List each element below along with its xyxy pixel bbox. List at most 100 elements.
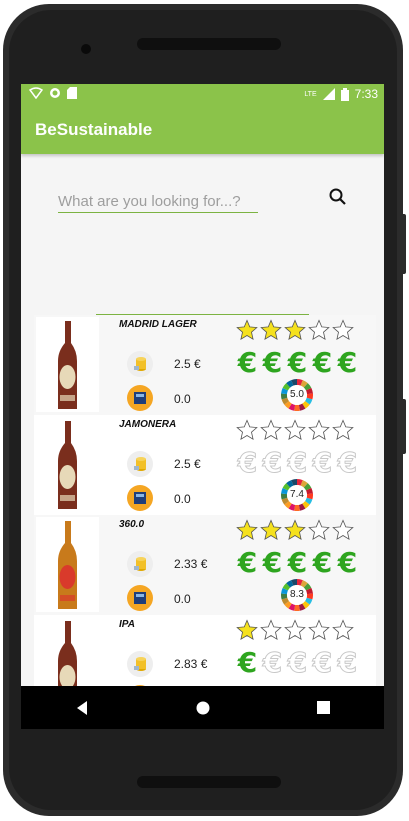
euro-rating: € € € € € (236, 446, 359, 479)
star-filled-icon (284, 319, 306, 341)
star-rating (236, 319, 354, 341)
back-triangle-icon (76, 700, 87, 715)
star-empty-icon (332, 319, 354, 341)
package-icon (127, 585, 153, 611)
home-circle-icon (196, 701, 209, 714)
product-thumbnail (36, 517, 99, 612)
star-filled-icon (284, 519, 306, 541)
package-icon (127, 385, 153, 411)
sync-icon (50, 88, 60, 98)
recents-square-icon (317, 701, 330, 714)
package-icon (127, 485, 153, 511)
star-empty-icon (332, 619, 354, 641)
euro-empty-icon: € (337, 446, 358, 479)
app-title: BeSustainable (35, 120, 153, 139)
euro-rating: € € € € € (236, 646, 359, 679)
euro-filled-icon: € (287, 546, 308, 579)
star-empty-icon (236, 419, 258, 441)
euro-filled-icon: € (312, 346, 333, 379)
product-name: 360.0 (119, 519, 145, 530)
product-list: MADRID LAGER 2.5 € 0.0 € € € € € 5.0 JAMONER… (34, 315, 376, 686)
navigation-bar (21, 686, 384, 729)
star-rating (236, 419, 354, 441)
front-camera (81, 44, 91, 54)
product-score: 0.0 (174, 392, 191, 406)
search-input[interactable] (58, 190, 258, 213)
product-name: IPA (119, 619, 135, 630)
star-empty-icon (284, 619, 306, 641)
euro-filled-icon: € (337, 346, 358, 379)
clock: 7:33 (354, 87, 378, 101)
star-rating (236, 519, 354, 541)
product-thumbnail (36, 417, 99, 512)
sd-card-icon (67, 87, 77, 99)
euro-rating: € € € € € (236, 549, 359, 577)
euro-filled-icon: € (287, 346, 308, 379)
euro-filled-icon: € (237, 546, 258, 579)
euro-filled-icon: € (237, 646, 258, 679)
app-bar: BeSustainable (21, 105, 384, 154)
product-row[interactable]: 360.0 2.33 € 0.0 € € € € € 8.3 (34, 515, 376, 615)
product-thumbnail (36, 317, 99, 412)
euro-empty-icon: € (312, 446, 333, 479)
euro-filled-icon: € (262, 546, 283, 579)
sdg-score: 8.3 (290, 589, 304, 600)
wifi-icon (29, 87, 43, 99)
product-price: 2.5 € (174, 457, 201, 471)
star-filled-icon (236, 619, 258, 641)
euro-filled-icon: € (312, 546, 333, 579)
euro-empty-icon: € (312, 646, 333, 679)
home-button[interactable] (183, 693, 223, 723)
back-button[interactable] (62, 693, 102, 723)
star-empty-icon (308, 619, 330, 641)
coins-icon (127, 651, 153, 677)
euro-empty-icon: € (262, 446, 283, 479)
star-empty-icon (284, 419, 306, 441)
euro-empty-icon: € (262, 646, 283, 679)
beer-bottle-image (58, 321, 77, 409)
euro-rating: € € € € € (236, 349, 359, 377)
product-score: 0.0 (174, 592, 191, 606)
star-empty-icon (308, 419, 330, 441)
product-price: 2.83 € (174, 657, 208, 671)
beer-bottle-image (58, 521, 77, 609)
power-button[interactable] (401, 399, 406, 454)
star-filled-icon (236, 519, 258, 541)
star-empty-icon (332, 419, 354, 441)
product-row[interactable]: IPA 2.83 € 0.0 €€€€€ (34, 615, 376, 686)
coins-icon (127, 551, 153, 577)
coins-icon (127, 351, 153, 377)
star-filled-icon (236, 319, 258, 341)
star-empty-icon (308, 319, 330, 341)
euro-empty-icon: € (287, 646, 308, 679)
recents-button[interactable] (304, 693, 344, 723)
euro-empty-icon: € (287, 446, 308, 479)
product-row[interactable]: MADRID LAGER 2.5 € 0.0 € € € € € 5.0 (34, 315, 376, 415)
network-label: LTE (304, 90, 317, 98)
star-empty-icon (308, 519, 330, 541)
battery-icon (340, 87, 349, 101)
coins-icon (127, 451, 153, 477)
search-area (21, 154, 384, 319)
star-empty-icon (260, 619, 282, 641)
signal-icon (322, 88, 335, 100)
sdg-score: 7.4 (290, 489, 304, 500)
product-score: 0.0 (174, 492, 191, 506)
product-name: MADRID LAGER (119, 319, 197, 330)
status-bar: LTE 7:33 (21, 84, 384, 105)
euro-filled-icon: € (237, 346, 258, 379)
volume-button[interactable] (401, 214, 406, 274)
product-row[interactable]: JAMONERA 2.5 € 0.0 € € € € € 7.4 (34, 415, 376, 515)
euro-empty-icon: € (237, 446, 258, 479)
euro-filled-icon: € (337, 546, 358, 579)
product-thumbnail (36, 617, 99, 686)
star-empty-icon (332, 519, 354, 541)
euro-filled-icon: € (262, 346, 283, 379)
beer-bottle-image (58, 421, 77, 509)
sdg-score: 5.0 (290, 389, 304, 400)
star-filled-icon (260, 319, 282, 341)
search-icon[interactable] (327, 186, 349, 208)
euro-empty-icon: € (337, 646, 358, 679)
beer-bottle-image (58, 621, 77, 686)
top-speaker (137, 38, 281, 50)
